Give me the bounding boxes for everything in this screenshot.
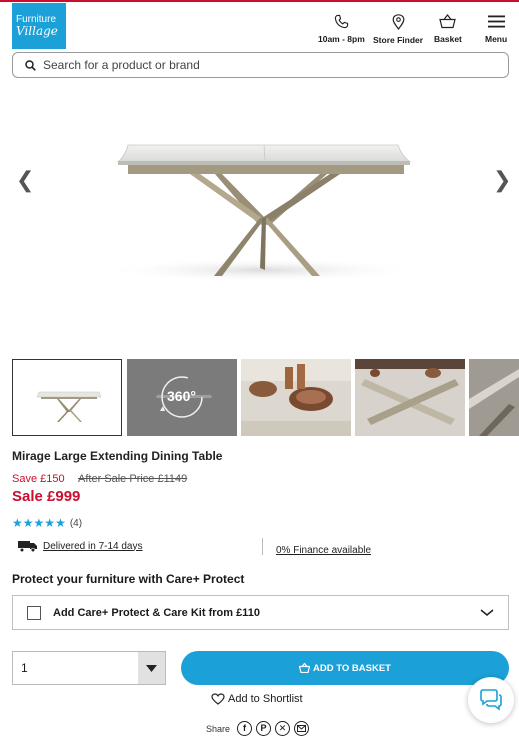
care-protect-checkbox[interactable] — [27, 605, 41, 620]
rating-stars[interactable]: ★ ★ ★ ★ ★ (4) — [12, 517, 82, 529]
hamburger-icon — [487, 15, 505, 28]
share-label: Share — [206, 723, 231, 734]
basket-label: Basket — [434, 34, 462, 44]
star-icon: ★ — [22, 516, 34, 530]
chat-button[interactable] — [468, 677, 514, 723]
quantity-value: 1 — [21, 661, 28, 675]
thumbnail-3[interactable] — [241, 359, 351, 436]
dropdown-arrow-icon[interactable] — [138, 652, 165, 684]
share-bar: Share f P ✕ — [206, 721, 310, 736]
email-icon[interactable] — [294, 721, 310, 736]
phone-hours-link[interactable]: 10am - 8pm — [318, 14, 365, 44]
phone-hours-label: 10am - 8pm — [318, 34, 365, 44]
phone-icon — [334, 14, 349, 29]
pinterest-icon[interactable]: P — [256, 721, 272, 736]
after-sale-price: After Sale Price £1149 — [78, 473, 188, 485]
delivery-link[interactable]: Delivered in 7-14 days — [43, 541, 143, 552]
facebook-icon[interactable]: f — [237, 721, 253, 736]
star-icon: ★ — [44, 516, 56, 530]
store-finder-link[interactable]: Store Finder — [373, 14, 423, 45]
care-protect-heading: Protect your furniture with Care+ Protec… — [12, 572, 245, 586]
star-icon: ★ — [12, 516, 23, 530]
sale-price: Sale £999 — [12, 488, 81, 505]
thumbnail-5[interactable] — [469, 359, 519, 436]
add-to-shortlist-button[interactable]: Add to Shortlist — [211, 693, 303, 705]
site-header: Furniture Village 10am - 8pm Store Finde… — [0, 2, 519, 50]
search-input[interactable] — [43, 58, 483, 72]
finance-info: 0% Finance available — [276, 540, 371, 558]
basket-icon — [439, 14, 457, 29]
star-icon: ★ — [55, 516, 66, 530]
chevron-down-icon[interactable] — [480, 607, 494, 617]
x-icon[interactable]: ✕ — [275, 721, 291, 736]
care-protect-option[interactable]: Add Care+ Protect & Care Kit from £110 — [12, 595, 509, 630]
thumbnail-4[interactable] — [355, 359, 465, 436]
spin-360-label: 360° — [167, 388, 196, 404]
delivery-truck-icon — [18, 541, 37, 552]
dining-table-image — [102, 144, 422, 282]
product-main-image: ❮ ❯ — [0, 90, 519, 345]
product-title: Mirage Large Extending Dining Table — [12, 449, 223, 463]
thumbnail-360[interactable]: 360° — [127, 359, 237, 436]
store-finder-label: Store Finder — [373, 35, 424, 45]
care-protect-label: Add Care+ Protect & Care Kit from £110 — [53, 606, 260, 619]
location-pin-icon — [392, 14, 404, 30]
add-to-basket-label: ADD TO BASKET — [313, 662, 391, 674]
brand-logo[interactable]: Furniture Village — [12, 3, 66, 49]
star-icon: ★ — [33, 516, 45, 530]
quantity-select[interactable]: 1 — [12, 651, 166, 685]
review-count: (4) — [69, 517, 83, 529]
heart-icon — [211, 693, 225, 705]
add-to-basket-button[interactable]: ADD TO BASKET — [181, 651, 509, 685]
thumbnail-1[interactable] — [12, 359, 122, 436]
info-divider — [262, 538, 263, 555]
menu-button[interactable]: Menu — [485, 14, 507, 44]
chat-bubbles-icon — [480, 689, 502, 711]
basket-icon — [299, 663, 311, 673]
delivery-info: Delivered in 7-14 days — [18, 540, 143, 552]
basket-link[interactable]: Basket — [434, 14, 462, 44]
search-bar[interactable] — [12, 52, 509, 78]
search-icon — [25, 59, 36, 71]
shortlist-label: Add to Shortlist — [228, 693, 303, 705]
save-amount: Save £150 — [12, 473, 65, 485]
finance-link[interactable]: 0% Finance available — [276, 545, 371, 556]
menu-label: Menu — [485, 34, 508, 44]
thumbnail-strip: 360° — [12, 358, 519, 438]
